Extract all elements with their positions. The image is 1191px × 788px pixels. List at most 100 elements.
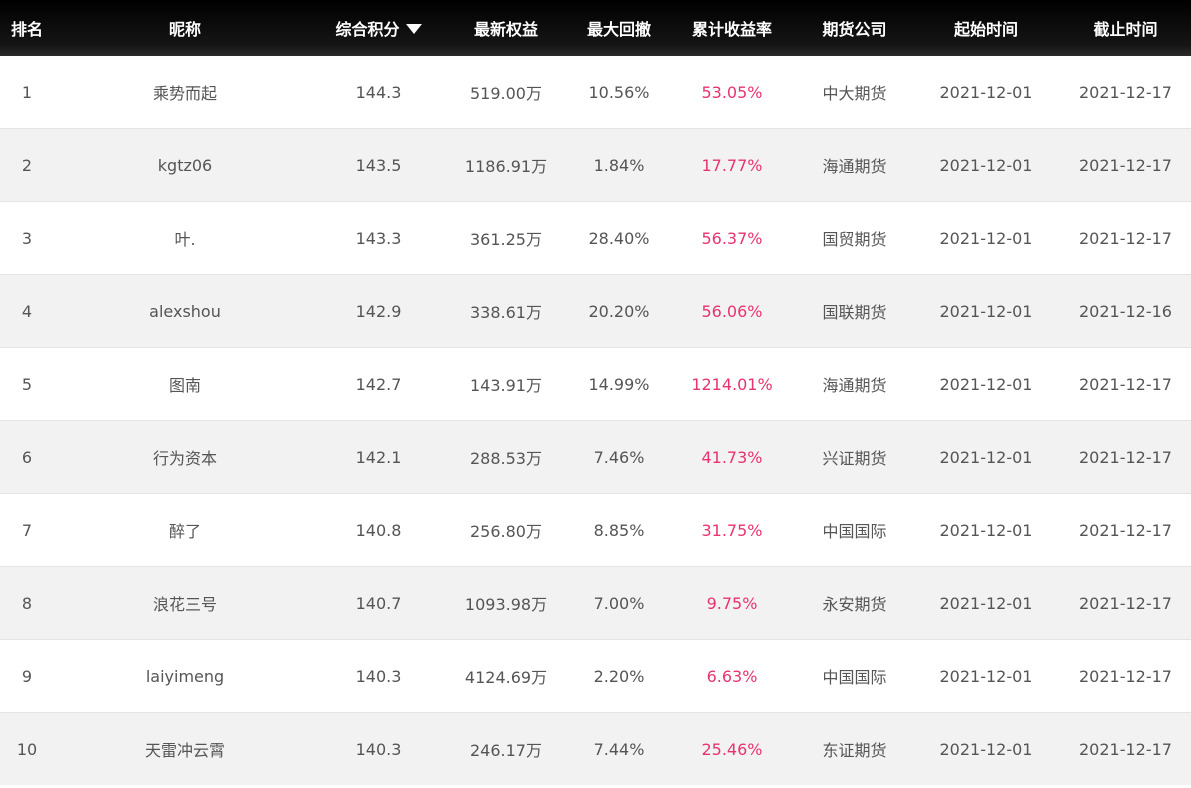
end-date-cell: 2021-12-17 [1060,420,1191,494]
return-cell: 17.77% [667,128,797,202]
table-row: 10 天雷冲云霄 140.3 246.17万 7.44% 25.46% 东证期货… [0,712,1191,785]
rank-cell: 9 [0,639,54,713]
end-date-cell: 2021-12-16 [1060,274,1191,348]
company-cell: 国联期货 [797,274,912,348]
start-date-cell: 2021-12-01 [912,128,1060,202]
equity-cell: 288.53万 [441,420,571,494]
header-equity: 最新权益 [473,20,538,39]
company-cell: 国贸期货 [797,201,912,275]
drawdown-cell: 8.85% [571,493,667,567]
score-cell: 143.5 [316,128,441,202]
start-date-cell: 2021-12-01 [939,739,1033,759]
company-cell: 永安期货 [797,566,912,640]
equity-cell: 338.61万 [441,274,571,348]
drawdown-cell: 7.46% [571,420,667,494]
header-row: 排名 昵称 综合积分 最新权益 最大回撤 累计收益率 期货公司 起始时间 截止时… [0,0,1191,56]
start-date-cell: 2021-12-01 [912,201,1060,275]
start-date-cell: 2021-12-01 [912,639,1060,713]
equity-cell: 519.00万 [441,56,571,129]
header-rank: 排名 [10,20,43,39]
drawdown-cell: 14.99% [571,347,667,421]
start-date-cell: 2021-12-01 [912,493,1060,567]
start-date-cell: 2021-12-01 [912,56,1060,129]
start-date-cell: 2021-12-01 [912,420,1060,494]
equity-cell: 361.25万 [441,201,571,275]
score-cell: 142.7 [316,347,441,421]
company-cell: 海通期货 [797,347,912,421]
header-end: 截止时间 [1093,20,1158,39]
rank-cell: 8 [0,566,54,640]
return-cell: 56.06% [667,274,797,348]
header-nickname: 昵称 [168,20,201,39]
nickname-cell: alexshou [54,274,316,348]
nickname-cell: 乘势而起 [54,56,316,129]
table-row: 4 alexshou 142.9 338.61万 20.20% 56.06% 国… [0,274,1191,348]
nickname-cell: 醉了 [54,493,316,567]
end-date-cell: 2021-12-17 [1060,639,1191,713]
company-cell: 海通期货 [797,128,912,202]
return-cell: 31.75% [667,493,797,567]
return-cell: 1214.01% [667,347,797,421]
end-date-cell: 2021-12-17 [1079,739,1172,759]
equity-cell: 4124.69万 [441,639,571,713]
start-date-cell: 2021-12-01 [912,274,1060,348]
header-return: 累计收益率 [691,20,772,39]
end-date-cell: 2021-12-17 [1060,347,1191,421]
drawdown-cell: 20.20% [571,274,667,348]
rank-cell: 3 [0,201,54,275]
header-company: 期货公司 [822,20,887,39]
drawdown-cell: 10.56% [571,56,667,129]
ranking-table: 排名 昵称 综合积分 最新权益 最大回撤 累计收益率 期货公司 起始时间 截止时… [0,0,1191,785]
company-cell: 中国国际 [797,493,912,567]
header-drawdown: 最大回撤 [586,20,651,39]
nickname-cell: 天雷冲云霄 [144,741,225,760]
start-date-cell: 2021-12-01 [912,347,1060,421]
company-cell: 兴证期货 [797,420,912,494]
equity-cell: 143.91万 [441,347,571,421]
nickname-cell: laiyimeng [54,639,316,713]
company-cell: 中大期货 [797,56,912,129]
equity-cell: 1186.91万 [441,128,571,202]
table-row: 7 醉了 140.8 256.80万 8.85% 31.75% 中国国际 202… [0,493,1191,567]
table-row: 2 kgtz06 143.5 1186.91万 1.84% 17.77% 海通期… [0,128,1191,202]
end-date-cell: 2021-12-17 [1060,128,1191,202]
end-date-cell: 2021-12-17 [1060,566,1191,640]
score-cell: 143.3 [316,201,441,275]
score-cell: 142.9 [316,274,441,348]
table-row: 8 浪花三号 140.7 1093.98万 7.00% 9.75% 永安期货 2… [0,566,1191,640]
company-cell: 中国国际 [797,639,912,713]
score-cell: 140.8 [316,493,441,567]
header-score-sortable[interactable]: 综合积分 [316,0,441,56]
return-cell: 53.05% [667,56,797,129]
rank-cell: 7 [0,493,54,567]
end-date-cell: 2021-12-17 [1060,201,1191,275]
score-cell: 140.7 [316,566,441,640]
end-date-cell: 2021-12-17 [1060,56,1191,129]
rank-cell: 1 [0,56,54,129]
drawdown-cell: 7.00% [571,566,667,640]
table-body: 1 乘势而起 144.3 519.00万 10.56% 53.05% 中大期货 … [0,56,1191,785]
return-cell: 6.63% [667,639,797,713]
score-cell: 140.3 [355,739,402,759]
table-header: 排名 昵称 综合积分 最新权益 最大回撤 累计收益率 期货公司 起始时间 截止时… [0,0,1191,56]
rank-cell: 4 [0,274,54,348]
nickname-cell: 叶. [54,201,316,275]
end-date-cell: 2021-12-17 [1060,493,1191,567]
score-cell: 144.3 [316,56,441,129]
drawdown-cell: 7.44% [593,739,645,759]
nickname-cell: kgtz06 [54,128,316,202]
table-row: 1 乘势而起 144.3 519.00万 10.56% 53.05% 中大期货 … [0,56,1191,129]
company-cell: 东证期货 [822,741,887,760]
table-row: 6 行为资本 142.1 288.53万 7.46% 41.73% 兴证期货 2… [0,420,1191,494]
triangle-down-icon [405,23,422,34]
drawdown-cell: 2.20% [571,639,667,713]
equity-cell: 1093.98万 [441,566,571,640]
rank-cell: 5 [0,347,54,421]
rank-cell: 6 [0,420,54,494]
nickname-cell: 图南 [54,347,316,421]
return-cell: 56.37% [667,201,797,275]
return-cell: 41.73% [667,420,797,494]
table-row: 3 叶. 143.3 361.25万 28.40% 56.37% 国贸期货 20… [0,201,1191,275]
score-cell: 140.3 [316,639,441,713]
header-score-label: 综合积分 [335,20,400,39]
